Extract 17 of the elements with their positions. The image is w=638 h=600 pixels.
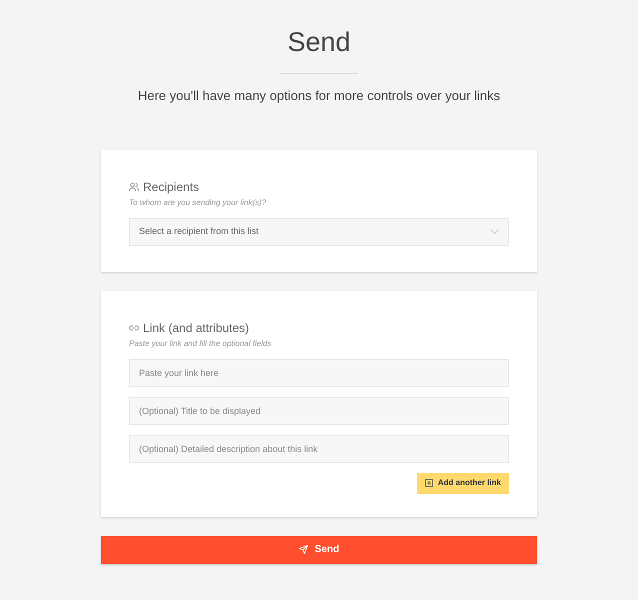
add-link-button[interactable]: Add another link bbox=[416, 472, 509, 494]
chevron-down-icon bbox=[490, 228, 499, 234]
send-button[interactable]: Send bbox=[101, 536, 537, 564]
plus-square-icon bbox=[424, 479, 433, 487]
input-field[interactable]: (Optional) Title to be displayed bbox=[129, 396, 509, 424]
recipient-select[interactable]: Select a recipient from this list bbox=[129, 218, 509, 246]
section-hint: Paste your link and fill the optional fields bbox=[129, 338, 272, 350]
paper-plane-icon bbox=[298, 545, 308, 554]
section-hint: To whom are you sending your link(s)? bbox=[129, 196, 268, 208]
page-subtitle: Here you'll have many options for more controls over your links bbox=[138, 87, 500, 105]
input-field[interactable]: Paste your link here bbox=[129, 358, 509, 386]
people-icon bbox=[129, 182, 139, 192]
page-title: Send bbox=[287, 26, 351, 58]
link-icon bbox=[129, 324, 139, 330]
section-heading: Recipients bbox=[143, 178, 200, 196]
input-field[interactable]: (Optional) Detailed description about this link bbox=[129, 434, 509, 462]
section-heading: Link (and attributes) bbox=[143, 320, 250, 336]
